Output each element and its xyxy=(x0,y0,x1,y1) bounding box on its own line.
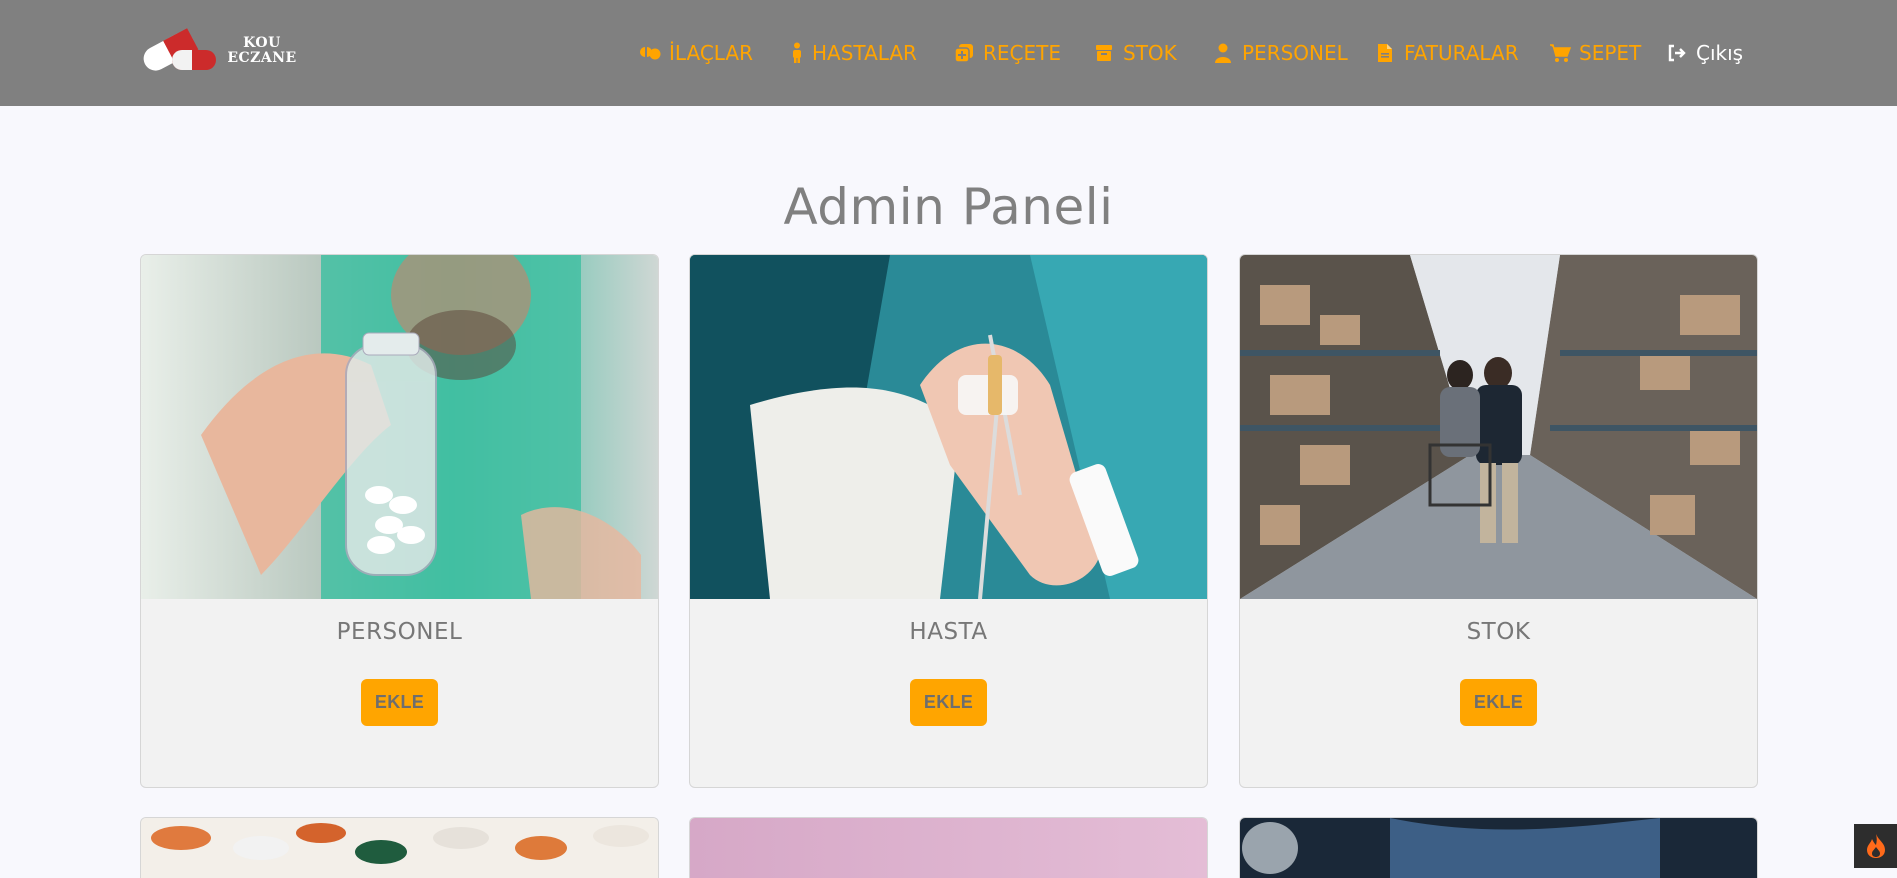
pill-logo-icon xyxy=(143,28,216,71)
navbar: KOU ECZANE İLAÇLAR HASTALAR REÇETE STOK … xyxy=(0,0,1897,106)
nav-label: HASTALAR xyxy=(812,41,917,65)
card-row2-3 xyxy=(1239,817,1758,878)
add-hasta-button[interactable]: EKLE xyxy=(910,679,987,726)
logout-label: Çıkış xyxy=(1696,41,1744,65)
card-image xyxy=(141,255,658,599)
logo[interactable]: KOU ECZANE xyxy=(138,26,298,74)
user-icon xyxy=(1212,42,1234,64)
nav-item-stok[interactable]: STOK xyxy=(1093,38,1177,68)
card-personel: PERSONEL EKLE xyxy=(140,254,659,788)
nav-item-sepet[interactable]: SEPET xyxy=(1549,38,1641,68)
nav-label: PERSONEL xyxy=(1242,41,1348,65)
card-image xyxy=(1240,255,1757,599)
page-title: Admin Paneli xyxy=(783,178,1114,236)
pills-icon xyxy=(639,42,661,64)
flame-icon xyxy=(1866,834,1885,858)
nav-label: FATURALAR xyxy=(1404,41,1519,65)
box-icon xyxy=(1093,42,1115,64)
card-title: STOK xyxy=(1466,619,1531,645)
add-personel-button[interactable]: EKLE xyxy=(361,679,438,726)
nav-label: SEPET xyxy=(1579,41,1642,65)
card-image xyxy=(690,255,1207,599)
nav-item-personel[interactable]: PERSONEL xyxy=(1212,38,1348,68)
cart-icon xyxy=(1549,42,1571,64)
sign-out-icon xyxy=(1666,42,1688,64)
card-image xyxy=(1240,818,1757,878)
file-icon xyxy=(1374,42,1396,64)
logo-line-2: ECZANE xyxy=(227,50,297,66)
card-row2-2 xyxy=(689,817,1208,878)
card-image xyxy=(690,818,1207,878)
prescription-icon xyxy=(953,42,975,64)
card-hasta: HASTA EKLE xyxy=(689,254,1208,788)
card-stok: STOK EKLE xyxy=(1239,254,1758,788)
card-title: PERSONEL xyxy=(336,619,463,645)
card-image xyxy=(141,818,658,878)
nav-item-recete[interactable]: REÇETE xyxy=(953,38,1061,68)
flame-widget[interactable] xyxy=(1854,824,1897,868)
nav-label: REÇETE xyxy=(983,41,1061,65)
nav-label: İLAÇLAR xyxy=(669,41,753,65)
person-icon xyxy=(790,42,804,64)
add-stok-button[interactable]: EKLE xyxy=(1460,679,1537,726)
logo-text: KOU ECZANE xyxy=(222,36,302,66)
nav-item-faturalar[interactable]: FATURALAR xyxy=(1374,38,1519,68)
logout-link[interactable]: Çıkış xyxy=(1666,38,1743,68)
logo-line-1: KOU xyxy=(243,35,281,51)
nav-label: STOK xyxy=(1123,41,1177,65)
nav-item-ilaclar[interactable]: İLAÇLAR xyxy=(639,38,753,68)
nav-item-hastalar[interactable]: HASTALAR xyxy=(790,38,917,68)
card-title: HASTA xyxy=(909,619,988,645)
card-row2-1 xyxy=(140,817,659,878)
